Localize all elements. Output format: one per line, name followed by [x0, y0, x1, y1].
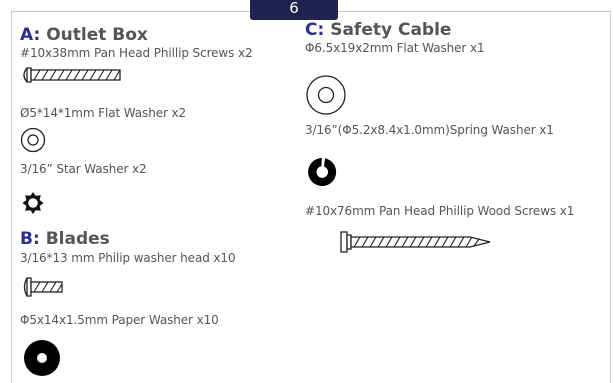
section-c-heading: C: Safety Cable — [305, 20, 451, 40]
flat-washer-large-icon — [306, 75, 346, 115]
flat-washer-icon — [20, 127, 46, 153]
spring-washer-icon — [308, 158, 337, 186]
part-label-c1: Φ6.5x19x2mm Flat Washer x1 — [305, 41, 485, 55]
washer-head-screw-icon — [23, 277, 63, 297]
part-label-b2: Φ5x14x1.5mm Paper Washer x10 — [20, 313, 219, 327]
section-a-letter: A: — [20, 25, 41, 45]
pan-head-screw-icon — [23, 67, 121, 83]
section-b-heading: B: Blades — [20, 229, 110, 249]
part-label-a1: #10x38mm Pan Head Phillip Screws x2 — [20, 46, 253, 60]
wood-screw-icon — [340, 231, 491, 253]
section-a-heading: A: Outlet Box — [20, 25, 148, 45]
part-label-b1: 3/16*13 mm Philip washer head x10 — [20, 251, 236, 265]
paper-washer-icon — [24, 340, 60, 376]
section-b-letter: B: — [20, 229, 40, 249]
section-c-letter: C: — [305, 20, 325, 40]
part-label-a3: 3/16” Star Washer x2 — [20, 162, 147, 176]
star-washer-icon — [22, 192, 44, 214]
part-label-a2: Ø5*14*1mm Flat Washer x2 — [20, 106, 187, 120]
step-tab: 6 — [250, 0, 338, 20]
section-c-title: Safety Cable — [330, 20, 452, 40]
section-a-title: Outlet Box — [46, 25, 148, 45]
part-label-c2: 3/16”(Φ5.2x8.4x1.0mm)Spring Washer x1 — [305, 123, 554, 137]
parts-page: 6 A: Outlet Box #10x38mm Pan Head Philli… — [0, 0, 613, 383]
part-label-c3: #10x76mm Pan Head Phillip Wood Screws x1 — [305, 204, 575, 218]
section-b-title: Blades — [45, 229, 110, 249]
